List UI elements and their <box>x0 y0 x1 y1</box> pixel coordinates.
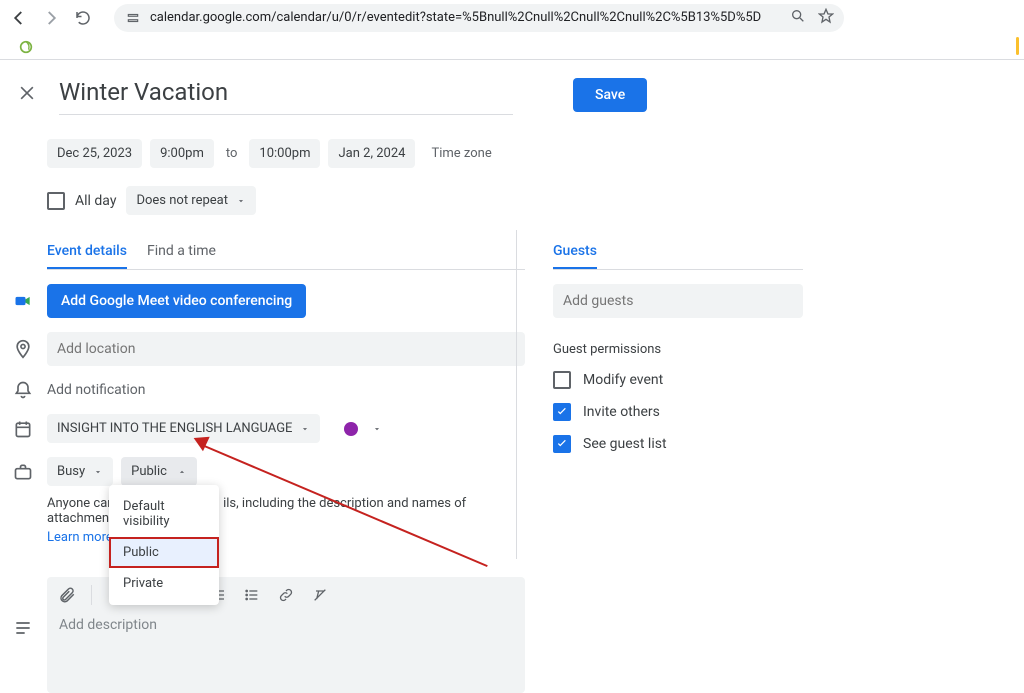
tab-strip <box>0 35 1024 60</box>
location-icon <box>13 339 33 359</box>
calendar-name: INSIGHT INTO THE ENGLISH LANGUAGE <box>57 421 292 436</box>
extension-indicator <box>1016 37 1019 55</box>
busy-dropdown[interactable]: Busy <box>47 457 113 486</box>
back-icon[interactable] <box>10 9 28 27</box>
start-date[interactable]: Dec 25, 2023 <box>47 139 142 168</box>
event-color-dot[interactable] <box>344 422 358 436</box>
save-button[interactable]: Save <box>573 78 647 112</box>
calendar-dropdown[interactable]: INSIGHT INTO THE ENGLISH LANGUAGE <box>47 414 320 443</box>
attachment-icon[interactable] <box>57 585 77 605</box>
url-text: calendar.google.com/calendar/u/0/r/event… <box>150 10 790 25</box>
end-time[interactable]: 10:00pm <box>249 139 320 168</box>
extension-icon[interactable] <box>18 39 34 55</box>
perm-modify-event: Modify event <box>553 371 803 389</box>
tab-event-details[interactable]: Event details <box>47 243 127 269</box>
description-icon <box>13 618 33 638</box>
visibility-option-public[interactable]: Public <box>109 537 219 568</box>
tab-find-time[interactable]: Find a time <box>147 243 216 269</box>
repeat-dropdown[interactable]: Does not repeat <box>126 186 256 215</box>
end-date[interactable]: Jan 2, 2024 <box>328 139 415 168</box>
visibility-label: Public <box>131 464 167 479</box>
busy-label: Busy <box>57 464 85 479</box>
add-guests-input[interactable] <box>553 284 803 318</box>
visibility-option-default[interactable]: Default visibility <box>109 491 219 537</box>
to-label: to <box>222 146 242 161</box>
event-title-input[interactable] <box>59 78 513 115</box>
clear-format-icon[interactable] <box>310 585 330 605</box>
allday-checkbox[interactable] <box>47 192 65 210</box>
zoom-icon[interactable] <box>790 8 806 28</box>
perm-invite-others: Invite others <box>553 403 803 421</box>
start-time[interactable]: 9:00pm <box>150 139 214 168</box>
timezone-link[interactable]: Time zone <box>431 146 491 161</box>
visibility-menu: Default visibility Public Private <box>109 485 219 605</box>
datetime-row: Dec 25, 2023 9:00pm to 10:00pm Jan 2, 20… <box>47 139 1009 168</box>
add-notification-button[interactable]: Add notification <box>47 382 146 398</box>
bullet-list-icon[interactable] <box>242 585 262 605</box>
invite-others-label: Invite others <box>583 404 660 420</box>
perm-see-guest-list: See guest list <box>553 435 803 453</box>
reload-icon[interactable] <box>74 9 92 27</box>
modify-event-label: Modify event <box>583 372 663 388</box>
visibility-option-private[interactable]: Private <box>109 568 219 599</box>
column-divider <box>516 230 517 559</box>
forward-icon[interactable] <box>42 9 60 27</box>
visibility-dropdown[interactable]: Public <box>121 457 197 486</box>
details-tabs: Event details Find a time <box>47 243 525 270</box>
address-bar[interactable]: calendar.google.com/calendar/u/0/r/event… <box>114 4 844 32</box>
modify-event-checkbox[interactable] <box>553 371 571 389</box>
description-body[interactable]: Add description <box>47 613 525 693</box>
calendar-icon <box>13 419 33 439</box>
link-icon[interactable] <box>276 585 296 605</box>
allday-row: All day Does not repeat <box>47 186 1009 215</box>
briefcase-icon <box>13 462 33 482</box>
site-info-icon[interactable] <box>124 9 142 27</box>
notification-icon <box>13 380 33 400</box>
video-icon <box>13 291 33 311</box>
invite-others-checkbox[interactable] <box>553 403 571 421</box>
add-meet-button[interactable]: Add Google Meet video conferencing <box>47 284 306 318</box>
allday-label: All day <box>75 193 116 209</box>
guest-permissions-title: Guest permissions <box>553 342 803 357</box>
see-guest-list-label: See guest list <box>583 436 667 452</box>
guests-column: Guests Guest permissions Modify event In… <box>553 243 803 693</box>
tab-guests[interactable]: Guests <box>553 243 597 269</box>
close-icon[interactable] <box>15 81 39 105</box>
chevron-down-icon[interactable] <box>372 424 382 434</box>
browser-toolbar: calendar.google.com/calendar/u/0/r/event… <box>0 0 1024 35</box>
location-input[interactable] <box>47 332 525 366</box>
star-icon[interactable] <box>818 8 834 28</box>
repeat-label: Does not repeat <box>136 193 228 208</box>
see-guest-list-checkbox[interactable] <box>553 435 571 453</box>
details-column: Event details Find a time Add Google Mee… <box>47 243 525 693</box>
